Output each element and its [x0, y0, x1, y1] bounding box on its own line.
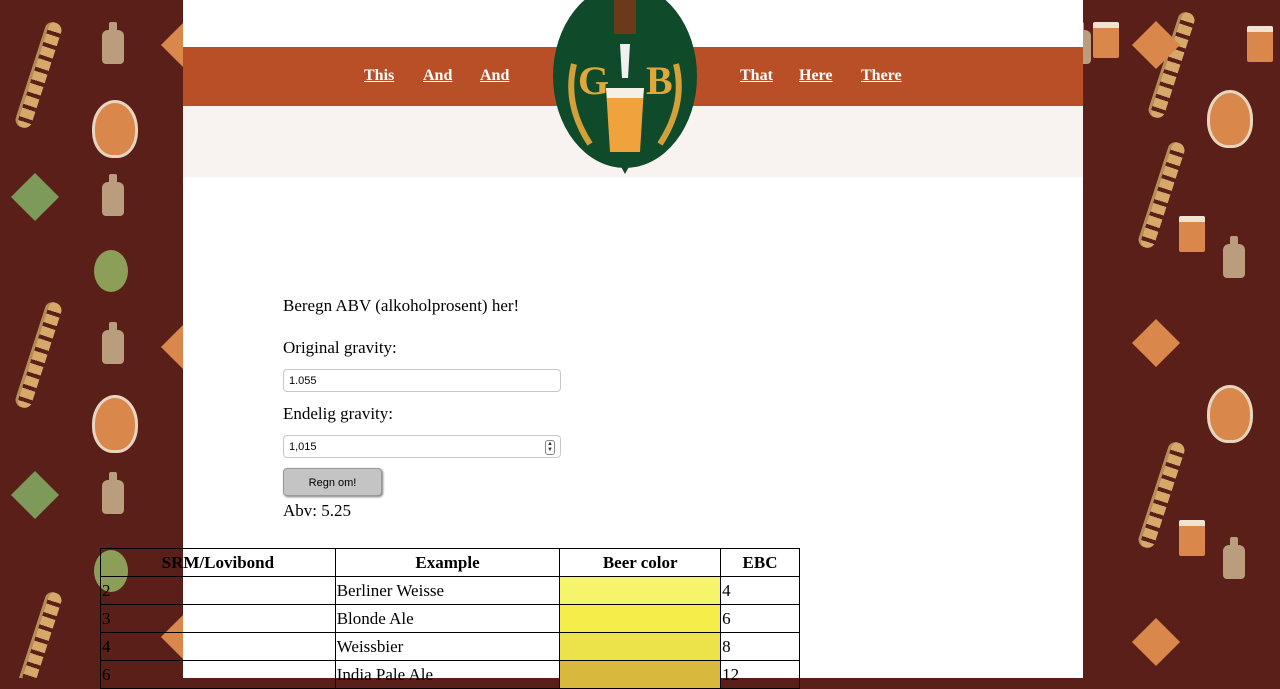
- fg-label: Endelig gravity:: [283, 404, 394, 423]
- table-row: 2 Berliner Weisse 4: [100, 576, 800, 605]
- column-header-ebc: EBC: [720, 548, 800, 577]
- beer-mug-icon: [1179, 520, 1205, 556]
- example-cell: Berliner Weisse: [334, 576, 561, 605]
- beer-glass-icon: [1207, 90, 1253, 148]
- ebc-cell: 4: [720, 576, 800, 605]
- example-cell: Weissbier: [334, 632, 561, 661]
- color-swatch-cell: [559, 576, 722, 605]
- wheat-icon: [13, 590, 64, 678]
- diamond-icon: [1131, 318, 1181, 368]
- abv-result: Abv: 5.25: [283, 501, 351, 520]
- beer-mug-icon: [1179, 216, 1205, 252]
- og-input[interactable]: 1.055: [283, 369, 561, 392]
- nav-link-there[interactable]: There: [861, 67, 902, 85]
- diamond-icon: [10, 172, 60, 222]
- nav-link-and-1[interactable]: And: [423, 67, 452, 85]
- nav-link-that[interactable]: That: [740, 67, 773, 85]
- ebc-cell: 12: [720, 660, 800, 689]
- growler-icon: [1083, 22, 1091, 64]
- diamond-icon: [160, 322, 183, 372]
- column-header-example: Example: [334, 548, 561, 577]
- diamond-icon: [10, 470, 60, 520]
- diamond-icon: [160, 20, 183, 70]
- example-cell: India Pale Ale: [334, 660, 561, 689]
- srm-cell: 6: [100, 660, 336, 689]
- ebc-cell: 6: [720, 604, 800, 633]
- logo-emblem-icon: G B: [553, 0, 697, 174]
- column-header-srm: SRM/Lovibond: [100, 548, 336, 577]
- srm-cell: 4: [100, 632, 336, 661]
- svg-text:B: B: [646, 58, 673, 103]
- table-row: 6 India Pale Ale 12: [100, 660, 800, 689]
- calculator-heading: Beregn ABV (alkoholprosent) her!: [283, 296, 520, 315]
- beer-color-table: SRM/Lovibond Example Beer color EBC 2 Ber…: [100, 548, 800, 689]
- beer-glass-icon: [1207, 385, 1253, 443]
- srm-cell: 3: [100, 604, 336, 633]
- abv-calculator: Beregn ABV (alkoholprosent) her! Origina…: [283, 296, 561, 520]
- background-pattern-right: [1083, 0, 1280, 678]
- fg-input[interactable]: 1,015 ▲ ▼: [283, 435, 561, 458]
- nav-link-this[interactable]: This: [364, 67, 394, 85]
- wheat-icon: [13, 20, 64, 130]
- example-cell: Blonde Ale: [334, 604, 561, 633]
- column-header-beer-color: Beer color: [559, 548, 722, 577]
- svg-text:G: G: [578, 58, 609, 103]
- beer-glass-icon: [92, 100, 138, 158]
- beer-mug-icon: [1247, 26, 1273, 62]
- fg-input-value: 1,015: [289, 441, 317, 453]
- growler-icon: [102, 472, 124, 514]
- nav-link-here[interactable]: Here: [799, 67, 832, 85]
- site-logo[interactable]: G B: [550, 0, 700, 174]
- ebc-cell: 8: [720, 632, 800, 661]
- color-swatch-cell: [559, 660, 722, 689]
- hop-icon: [94, 250, 128, 292]
- color-swatch-cell: [559, 604, 722, 633]
- table-header-row: SRM/Lovibond Example Beer color EBC: [100, 548, 800, 577]
- table-body: 2 Berliner Weisse 4 3 Blonde Ale 6 4 Weissbier 8…: [100, 576, 800, 689]
- wheat-icon: [13, 300, 64, 410]
- growler-icon: [102, 22, 124, 64]
- number-stepper-icon[interactable]: ▲ ▼: [545, 440, 555, 455]
- growler-icon: [102, 174, 124, 216]
- og-label: Original gravity:: [283, 338, 397, 357]
- table-row: 3 Blonde Ale 6: [100, 604, 800, 633]
- calculate-button[interactable]: Regn om!: [283, 468, 382, 496]
- bottle-icon: [1223, 537, 1245, 579]
- color-swatch-cell: [559, 632, 722, 661]
- diamond-icon: [1131, 617, 1181, 667]
- beer-mug-icon: [1093, 22, 1119, 58]
- srm-cell: 2: [100, 576, 336, 605]
- beer-glass-icon: [92, 395, 138, 453]
- bottle-icon: [1223, 236, 1245, 278]
- growler-icon: [102, 322, 124, 364]
- nav-link-and-2[interactable]: And: [480, 67, 509, 85]
- table-row: 4 Weissbier 8: [100, 632, 800, 661]
